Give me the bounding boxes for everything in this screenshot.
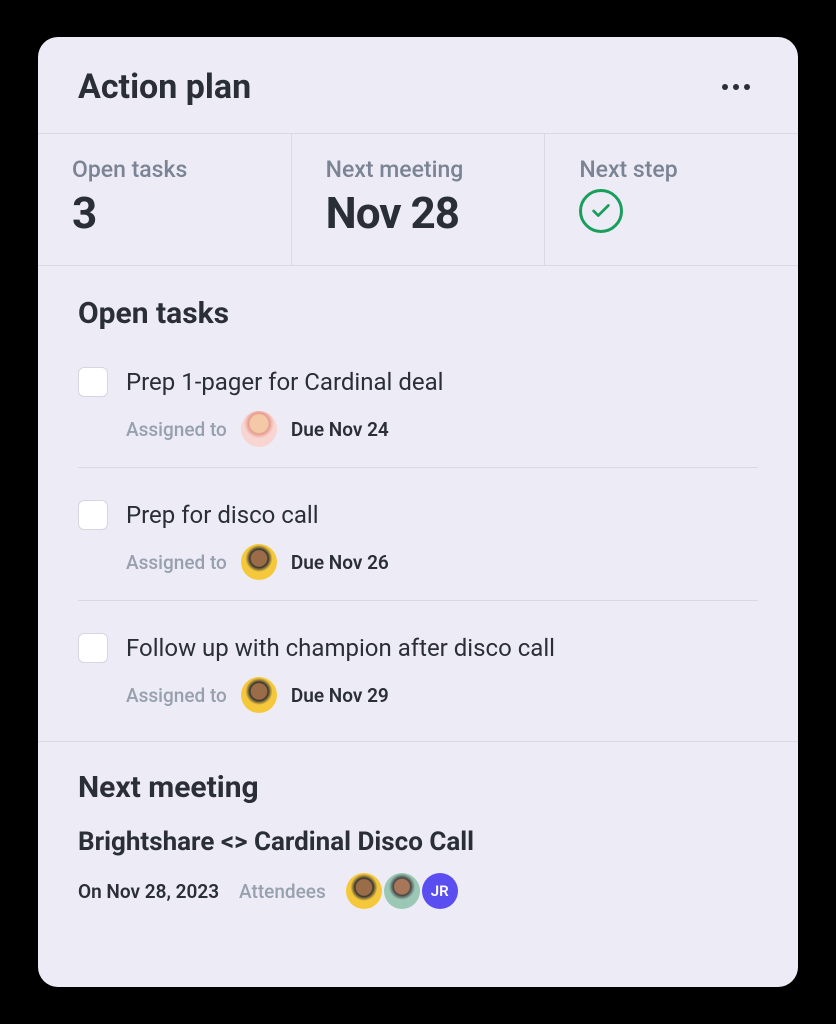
open-tasks-section: Open tasks Prep 1-pager for Cardinal dea… — [38, 266, 798, 733]
stats-row: Open tasks 3 Next meeting Nov 28 Next st… — [38, 133, 798, 266]
attendee-avatar[interactable] — [346, 873, 382, 909]
task-checkbox[interactable] — [78, 367, 108, 397]
assigned-to-label: Assigned to — [126, 684, 227, 707]
stat-open-tasks[interactable]: Open tasks 3 — [38, 134, 292, 265]
stat-label: Next step — [579, 156, 770, 183]
due-date: Due Nov 29 — [291, 684, 389, 707]
page-title: Action plan — [78, 67, 251, 107]
check-circle-icon — [579, 189, 623, 233]
stat-next-step[interactable]: Next step — [545, 134, 798, 265]
task-title[interactable]: Follow up with champion after disco call — [126, 634, 555, 662]
assigned-to-label: Assigned to — [126, 551, 227, 574]
meeting-meta: On Nov 28, 2023 Attendees JR — [78, 873, 758, 909]
task-item: Prep for disco call Assigned to Due Nov … — [78, 486, 758, 601]
section-title: Open tasks — [78, 296, 758, 331]
section-title: Next meeting — [78, 770, 758, 805]
attendee-list: JR — [346, 873, 458, 909]
due-date: Due Nov 26 — [291, 551, 389, 574]
meeting-date: On Nov 28, 2023 — [78, 880, 219, 903]
task-checkbox[interactable] — [78, 633, 108, 663]
assigned-to-label: Assigned to — [126, 418, 227, 441]
attendees-label: Attendees — [239, 880, 326, 903]
more-menu-icon[interactable] — [714, 76, 758, 98]
meeting-title: Brightshare <> Cardinal Disco Call — [78, 827, 758, 857]
task-item: Follow up with champion after disco call… — [78, 619, 758, 733]
stat-label: Open tasks — [72, 156, 263, 183]
card-header: Action plan — [38, 37, 798, 133]
due-date: Due Nov 24 — [291, 418, 389, 441]
stat-value: 3 — [72, 187, 263, 239]
attendee-avatar[interactable] — [384, 873, 420, 909]
assignee-avatar[interactable] — [241, 677, 277, 713]
action-plan-card: Action plan Open tasks 3 Next meeting No… — [38, 37, 798, 987]
assignee-avatar[interactable] — [241, 411, 277, 447]
stat-next-meeting[interactable]: Next meeting Nov 28 — [292, 134, 546, 265]
stat-label: Next meeting — [326, 156, 517, 183]
task-checkbox[interactable] — [78, 500, 108, 530]
stat-value: Nov 28 — [326, 187, 517, 239]
next-meeting-section: Next meeting Brightshare <> Cardinal Dis… — [38, 742, 798, 909]
assignee-avatar[interactable] — [241, 544, 277, 580]
task-item: Prep 1-pager for Cardinal deal Assigned … — [78, 353, 758, 468]
task-title[interactable]: Prep for disco call — [126, 501, 319, 529]
task-title[interactable]: Prep 1-pager for Cardinal deal — [126, 368, 443, 396]
attendee-avatar[interactable]: JR — [422, 873, 458, 909]
